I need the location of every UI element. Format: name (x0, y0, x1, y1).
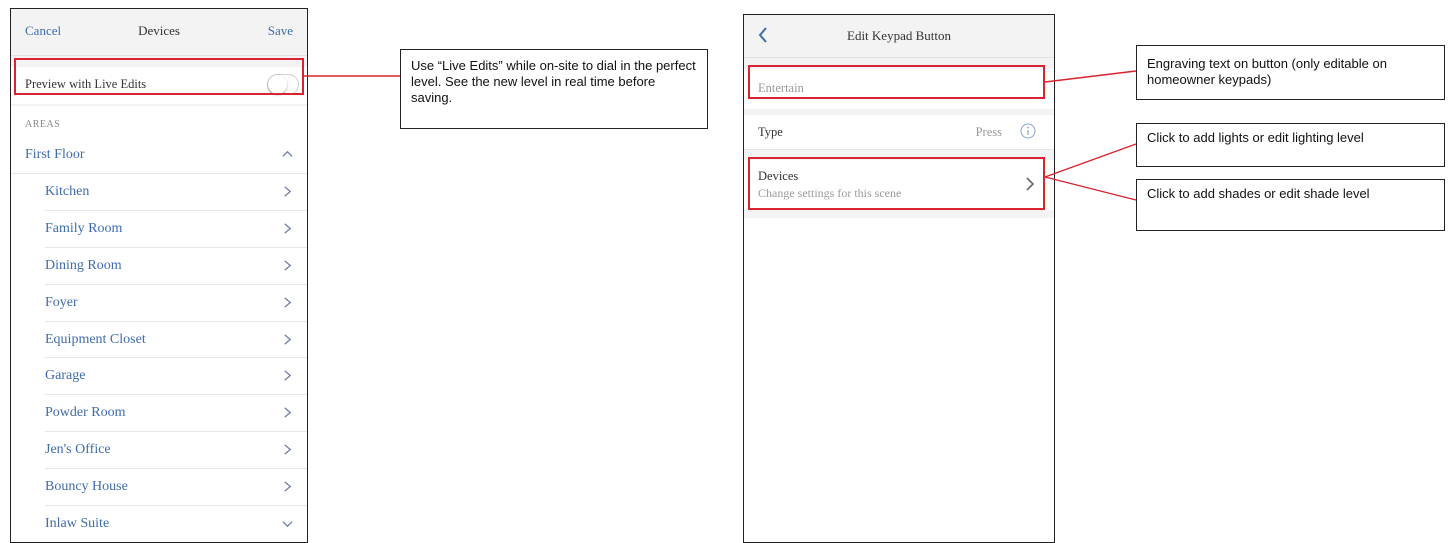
callout-shades: Click to add shades or edit shade level (1136, 179, 1445, 231)
chevron-right-icon (284, 260, 292, 271)
area-label: Kitchen (45, 184, 90, 199)
area-label: Foyer (45, 294, 78, 310)
floor-row-first-floor[interactable]: First Floor (11, 137, 307, 174)
chevron-right-icon (284, 407, 292, 418)
area-item[interactable]: Dining Room (45, 248, 307, 285)
chevron-right-icon (284, 370, 292, 382)
chevron-right-icon (284, 297, 292, 308)
type-row[interactable]: Type Press (744, 115, 1054, 150)
area-item[interactable]: Equipment Closet (45, 322, 307, 359)
area-item[interactable]: Foyer (45, 285, 307, 322)
floor-label: First Floor (25, 147, 85, 162)
chevron-up-icon (282, 150, 293, 157)
chevron-down-icon (282, 521, 293, 528)
area-item[interactable]: Family Room (45, 211, 307, 248)
type-label: Type (758, 125, 783, 139)
area-label: Powder Room (45, 405, 126, 421)
spacer (744, 210, 1054, 218)
nav-bar: Edit Keypad Button (744, 15, 1054, 58)
chevron-right-icon (284, 333, 292, 345)
nav-bar: Cancel Devices Save (11, 9, 307, 56)
callout-lights: Click to add lights or edit lighting lev… (1136, 123, 1445, 167)
callout-engraving: Engraving text on button (only editable … (1136, 45, 1445, 100)
area-item[interactable]: Inlaw Suite (45, 506, 307, 542)
area-item[interactable]: Kitchen (45, 174, 307, 211)
areas-section-label: AREAS (25, 119, 61, 130)
area-item[interactable]: Bouncy House (45, 469, 307, 507)
area-label: Dining Room (45, 257, 122, 273)
area-item[interactable]: Powder Room (45, 395, 307, 433)
area-label: Inlaw Suite (45, 516, 110, 532)
callout-live-edits: Use “Live Edits” while on-site to dial i… (400, 49, 708, 129)
save-button[interactable]: Save (268, 23, 293, 39)
chevron-right-icon (284, 444, 292, 455)
info-icon[interactable] (1020, 123, 1036, 139)
page-title: Devices (138, 23, 180, 38)
chevron-right-icon (284, 186, 292, 197)
spacer (11, 104, 307, 106)
type-value: Press (975, 125, 1002, 139)
chevron-right-icon (284, 223, 292, 234)
chevron-right-icon (284, 481, 292, 492)
highlight-preview-row (14, 58, 304, 95)
area-label: Garage (45, 368, 86, 384)
area-list: Kitchen Family Room Dining Room Foyer Equipm… (45, 174, 307, 542)
area-item[interactable]: Jen's Office (45, 432, 307, 470)
area-label: Equipment Closet (45, 331, 146, 347)
area-label: Jen's Office (45, 442, 111, 458)
area-label: Bouncy House (45, 479, 128, 495)
highlight-engraving-row (748, 65, 1045, 99)
page-title: Edit Keypad Button (847, 28, 951, 43)
area-item[interactable]: Garage (45, 358, 307, 396)
area-label: Family Room (45, 220, 123, 236)
highlight-devices-row (748, 157, 1045, 210)
